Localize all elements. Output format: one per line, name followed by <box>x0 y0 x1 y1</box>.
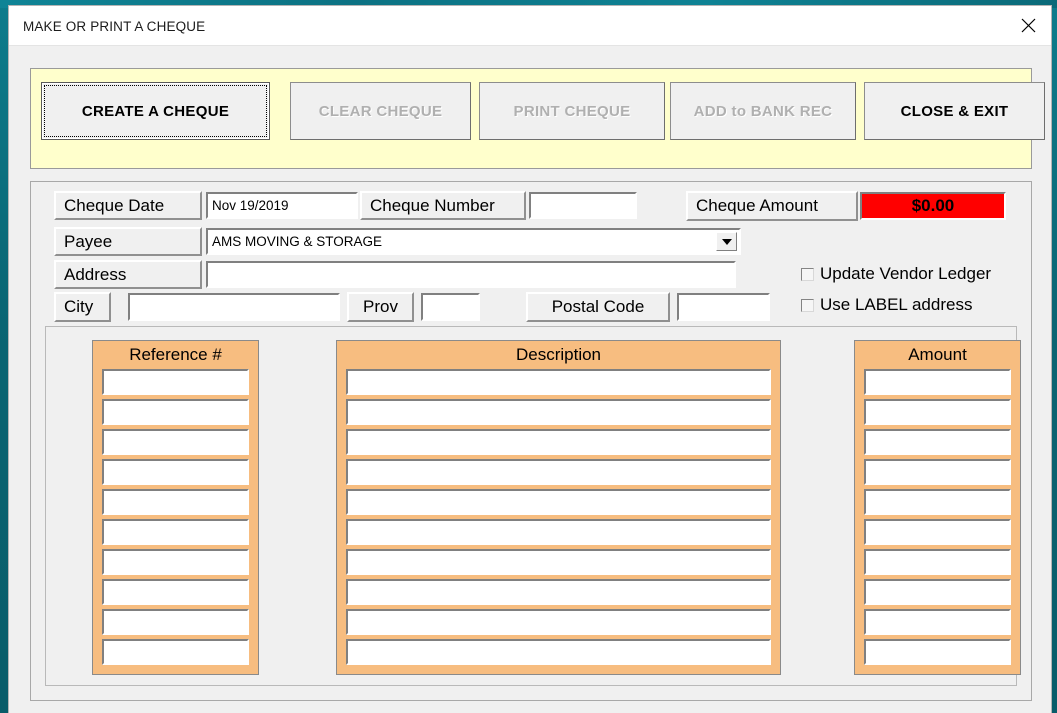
amount-cell[interactable] <box>864 429 1011 455</box>
create-a-cheque-label: CREATE A CHEQUE <box>81 102 230 120</box>
description-column-body <box>337 369 780 674</box>
description-cell[interactable] <box>346 429 771 455</box>
reference-cell[interactable] <box>102 369 249 395</box>
amount-cell[interactable] <box>864 369 1011 395</box>
description-cell[interactable] <box>346 579 771 605</box>
cheque-date-input[interactable]: Nov 19/2019 <box>206 192 358 219</box>
amount-column-header: Amount <box>908 345 967 364</box>
window-titlebar: MAKE OR PRINT A CHEQUE <box>9 6 1051 46</box>
line-items-grid: Reference # Description Amount <box>45 326 1021 686</box>
city-input[interactable] <box>128 293 340 321</box>
cheque-date-label: Cheque Date <box>54 191 202 220</box>
checkbox-box <box>801 267 814 281</box>
amount-cell[interactable] <box>864 639 1011 665</box>
description-cell[interactable] <box>346 399 771 425</box>
cheque-number-input[interactable] <box>529 192 637 219</box>
amount-cell[interactable] <box>864 549 1011 575</box>
prov-input[interactable] <box>421 293 480 321</box>
window-title: MAKE OR PRINT A CHEQUE <box>23 19 206 34</box>
reference-cell[interactable] <box>102 579 249 605</box>
reference-column: Reference # <box>92 340 259 675</box>
reference-cell[interactable] <box>102 609 249 635</box>
cheque-amount-label: Cheque Amount <box>686 191 858 221</box>
reference-column-body <box>93 369 258 674</box>
description-cell[interactable] <box>346 549 771 575</box>
chevron-down-icon[interactable] <box>716 232 737 251</box>
amount-column-body <box>855 369 1020 674</box>
reference-column-header: Reference # <box>129 345 222 364</box>
reference-cell[interactable] <box>102 459 249 485</box>
payee-combobox[interactable]: AMS MOVING & STORAGE <box>206 228 741 255</box>
clear-cheque-label: CLEAR CHEQUE <box>318 102 443 120</box>
update-vendor-ledger-label: Update Vendor Ledger <box>820 264 992 283</box>
add-to-bank-rec-button[interactable]: ADD to BANK REC <box>670 82 856 140</box>
add-to-bank-rec-label: ADD to BANK REC <box>693 102 833 120</box>
cheque-number-label: Cheque Number <box>360 191 526 220</box>
reference-cell[interactable] <box>102 639 249 665</box>
amount-cell[interactable] <box>864 489 1011 515</box>
create-a-cheque-button[interactable]: CREATE A CHEQUE <box>41 82 270 140</box>
description-column-header: Description <box>515 345 602 364</box>
cheque-window: MAKE OR PRINT A CHEQUE CREATE A CHEQUE C… <box>8 5 1052 713</box>
description-cell[interactable] <box>346 609 771 635</box>
reference-cell[interactable] <box>102 399 249 425</box>
description-cell[interactable] <box>346 489 771 515</box>
desktop-background: MAKE OR PRINT A CHEQUE CREATE A CHEQUE C… <box>0 0 1057 713</box>
amount-column: Amount <box>854 340 1021 675</box>
reference-cell[interactable] <box>102 549 249 575</box>
action-toolbar: CREATE A CHEQUE CLEAR CHEQUE PRINT CHEQU… <box>30 68 1045 169</box>
close-icon <box>1021 18 1036 33</box>
clear-cheque-button[interactable]: CLEAR CHEQUE <box>290 82 471 140</box>
prov-label: Prov <box>347 292 414 322</box>
payee-label: Payee <box>54 227 202 256</box>
description-cell[interactable] <box>346 369 771 395</box>
use-label-address-label: Use LABEL address <box>820 295 973 314</box>
reference-cell[interactable] <box>102 519 249 545</box>
close-and-exit-label: CLOSE & EXIT <box>900 102 1009 120</box>
cheque-form-panel: Cheque Date Nov 19/2019 Cheque Number Ch… <box>30 181 1032 701</box>
use-label-address-checkbox[interactable]: Use LABEL address <box>801 295 972 315</box>
print-cheque-button[interactable]: PRINT CHEQUE <box>479 82 665 140</box>
reference-cell[interactable] <box>102 489 249 515</box>
print-cheque-label: PRINT CHEQUE <box>513 102 631 120</box>
description-cell[interactable] <box>346 459 771 485</box>
amount-cell[interactable] <box>864 579 1011 605</box>
address-input[interactable] <box>206 261 736 288</box>
payee-value: AMS MOVING & STORAGE <box>212 234 383 249</box>
close-window-button[interactable] <box>1005 6 1051 45</box>
amount-cell[interactable] <box>864 399 1011 425</box>
postal-code-label: Postal Code <box>526 292 670 322</box>
description-cell[interactable] <box>346 519 771 545</box>
close-and-exit-button[interactable]: CLOSE & EXIT <box>864 82 1045 140</box>
amount-cell[interactable] <box>864 459 1011 485</box>
city-label: City <box>54 292 111 322</box>
amount-cell[interactable] <box>864 519 1011 545</box>
update-vendor-ledger-checkbox[interactable]: Update Vendor Ledger <box>801 264 991 284</box>
amount-cell[interactable] <box>864 609 1011 635</box>
description-cell[interactable] <box>346 639 771 665</box>
checkbox-box <box>801 298 814 312</box>
description-column: Description <box>336 340 781 675</box>
postal-code-input[interactable] <box>677 293 770 321</box>
cheque-amount-value: $0.00 <box>860 192 1006 220</box>
reference-cell[interactable] <box>102 429 249 455</box>
address-label: Address <box>54 260 202 289</box>
